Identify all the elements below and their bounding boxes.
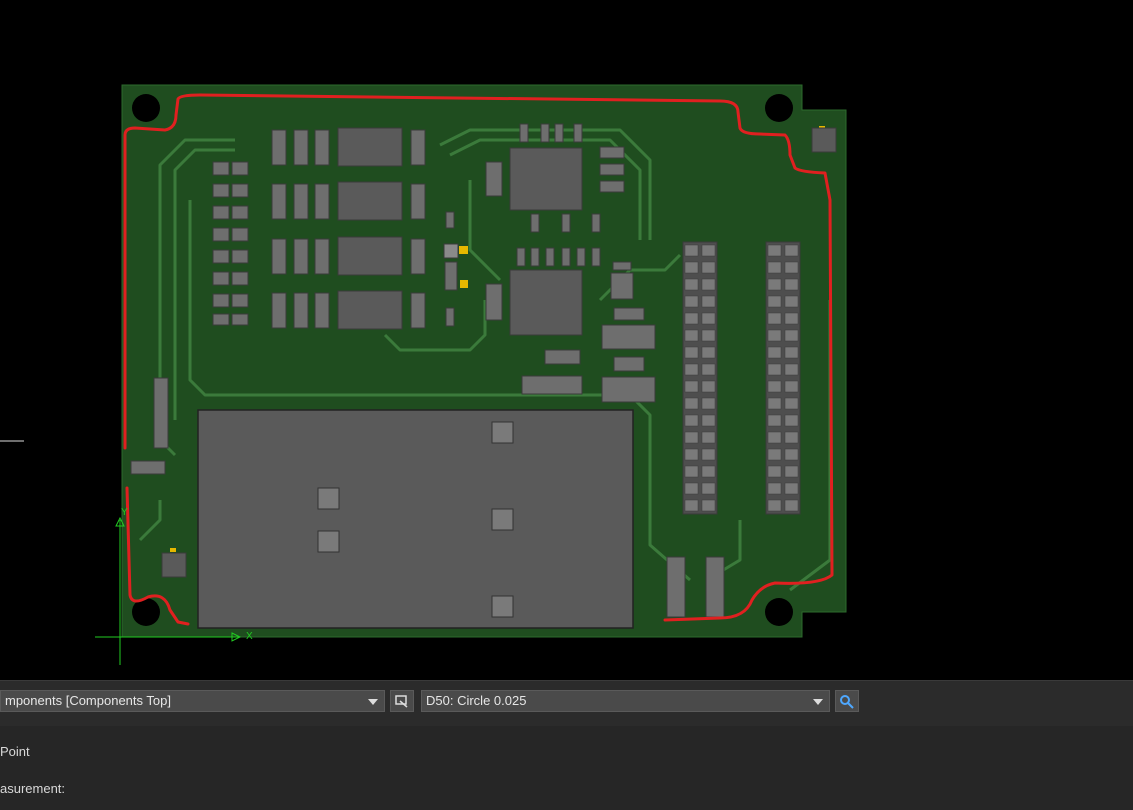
axis-y-label: Y — [121, 507, 128, 518]
module-footprint[interactable] — [197, 409, 634, 629]
aperture-settings-icon — [840, 695, 854, 709]
ic-row-3[interactable] — [271, 236, 426, 276]
ic-row-2[interactable] — [271, 181, 426, 221]
layer-select-value: mponents [Components Top] — [5, 693, 171, 708]
ic-u1[interactable] — [509, 147, 583, 211]
pcb-drawing[interactable]: X Y — [0, 0, 1133, 680]
ic-u2[interactable] — [509, 269, 583, 336]
axis-x-label: X — [246, 631, 253, 642]
ic-row-1[interactable] — [271, 127, 426, 167]
layer-filter-button[interactable] — [390, 690, 414, 712]
aperture-settings-button[interactable] — [835, 690, 859, 712]
point-label: Point — [0, 744, 30, 759]
layer-toolbar: mponents [Components Top] D50: Circle 0.… — [0, 680, 1133, 726]
chevron-down-icon — [813, 699, 823, 705]
layer-filter-icon — [395, 695, 408, 708]
aperture-select[interactable]: D50: Circle 0.025 — [421, 690, 830, 712]
pcb-canvas[interactable]: X Y — [0, 0, 1133, 680]
layer-select[interactable]: mponents [Components Top] — [0, 690, 385, 712]
measurement-label: asurement: — [0, 781, 66, 796]
properties-panel: Point asurement: — [0, 726, 1133, 810]
ic-row-4[interactable] — [271, 290, 426, 330]
aperture-select-value: D50: Circle 0.025 — [426, 693, 527, 708]
chevron-down-icon — [368, 699, 378, 705]
